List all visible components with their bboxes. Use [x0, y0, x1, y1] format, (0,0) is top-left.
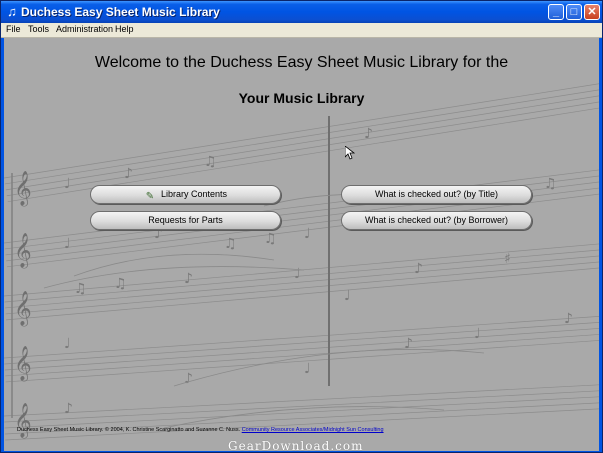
music-note-icon: ♫ [7, 4, 17, 19]
svg-text:♩: ♩ [294, 266, 301, 282]
svg-text:♫: ♫ [74, 281, 87, 297]
welcome-heading: Welcome to the Duchess Easy Sheet Music … [94, 54, 509, 71]
svg-text:♩: ♩ [64, 176, 71, 192]
svg-text:𝄞: 𝄞 [14, 291, 32, 327]
svg-text:𝄞: 𝄞 [14, 346, 32, 382]
svg-text:♫: ♫ [204, 154, 217, 170]
checked-out-by-borrower-label: What is checked out? (by Borrower) [364, 215, 509, 225]
svg-text:♩: ♩ [304, 226, 311, 242]
checklist-icon: ✎ [145, 191, 155, 202]
title-bar[interactable]: ♫ Duchess Easy Sheet Music Library _ □ ✕ [1, 1, 602, 23]
close-icon: ✕ [587, 6, 597, 18]
library-contents-button[interactable]: ✎ Library Contents [90, 185, 281, 204]
svg-text:♩: ♩ [64, 336, 71, 352]
menu-help[interactable]: Help [115, 24, 134, 34]
checked-out-by-borrower-button[interactable]: What is checked out? (by Borrower) [341, 211, 532, 230]
svg-text:♫: ♫ [224, 236, 237, 252]
requests-for-parts-label: Requests for Parts [148, 215, 223, 225]
svg-text:♪: ♪ [64, 401, 73, 417]
maximize-icon: □ [570, 6, 578, 18]
svg-text:𝄞: 𝄞 [14, 233, 32, 269]
svg-text:♪: ♪ [364, 126, 373, 142]
svg-text:♩: ♩ [344, 288, 351, 304]
requests-for-parts-button[interactable]: Requests for Parts [90, 211, 281, 230]
svg-text:♪: ♪ [184, 271, 193, 287]
svg-text:♩: ♩ [304, 361, 311, 377]
checked-out-by-title-label: What is checked out? (by Title) [374, 189, 499, 199]
library-contents-label: Library Contents [160, 189, 228, 199]
menu-bar: File Tools Administration Help [1, 23, 602, 38]
main-panel: 𝄞 𝄞 𝄞 𝄞 𝄞 ♩♪♫ ♪♫♫ ♩♪♫ ♫♩ ♫♫♪ ♩♪♯ ♩♪♩ ♪♩♪… [4, 38, 599, 451]
checked-out-by-title-button[interactable]: What is checked out? (by Title) [341, 185, 532, 204]
library-name: Your Music Library [238, 90, 365, 106]
svg-text:♪: ♪ [564, 311, 573, 327]
menu-file[interactable]: File [6, 24, 21, 34]
maximize-button[interactable]: □ [566, 4, 582, 20]
svg-text:♫: ♫ [544, 176, 557, 192]
svg-text:𝄞: 𝄞 [14, 403, 32, 439]
close-button[interactable]: ✕ [584, 4, 600, 20]
svg-text:♫: ♫ [114, 276, 127, 292]
consulting-link[interactable]: Community Resource Associates/Midnight S… [242, 427, 384, 433]
minimize-icon: _ [552, 6, 560, 18]
svg-text:♩: ♩ [474, 326, 481, 342]
app-window: ♫ Duchess Easy Sheet Music Library _ □ ✕… [0, 0, 603, 453]
svg-text:♪: ♪ [124, 166, 133, 182]
menu-tools[interactable]: Tools [28, 24, 49, 34]
svg-text:♫: ♫ [264, 231, 277, 247]
copyright-footer: Duchess Easy Sheet Music Library. © 2004… [17, 427, 384, 433]
copyright-text: Duchess Easy Sheet Music Library. © 2004… [17, 427, 241, 433]
svg-text:♪: ♪ [184, 371, 193, 387]
svg-text:𝄞: 𝄞 [14, 171, 32, 207]
mouse-pointer-icon [345, 146, 355, 160]
window-title: Duchess Easy Sheet Music Library [21, 5, 220, 19]
svg-text:♪: ♪ [414, 261, 423, 277]
svg-text:♯: ♯ [504, 251, 511, 267]
svg-text:♩: ♩ [64, 236, 71, 252]
menu-administration[interactable]: Administration [56, 24, 113, 34]
watermark: GearDownload.com [228, 439, 364, 451]
minimize-button[interactable]: _ [548, 4, 564, 20]
